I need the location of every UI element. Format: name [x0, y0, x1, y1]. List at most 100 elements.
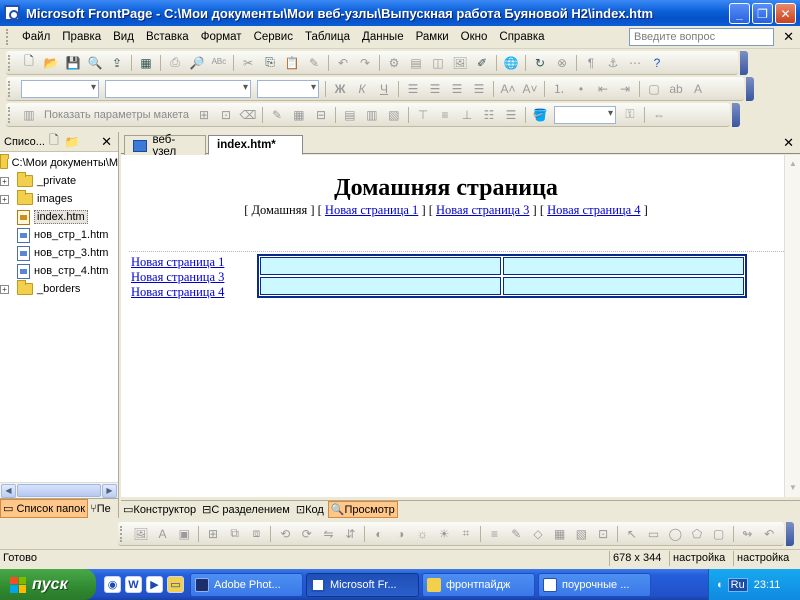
decrease-indent-icon[interactable]: ⇤ — [593, 79, 613, 99]
set-transparent-icon[interactable]: ◇ — [528, 524, 548, 544]
spelling-icon[interactable]: ᴬᴮᶜ — [209, 53, 229, 73]
format-picture-icon[interactable]: ✎ — [506, 524, 526, 544]
publish-icon[interactable]: ⇪ — [107, 53, 127, 73]
table-edit-icon[interactable]: ✎ — [267, 105, 287, 125]
table-autoformat-select[interactable] — [553, 105, 616, 124]
side-link-page-4[interactable]: Новая страница 4 — [131, 285, 224, 299]
show-all-icon[interactable]: ¶ — [581, 53, 601, 73]
draw-table-icon[interactable]: ⊞ — [194, 105, 214, 125]
save-icon[interactable]: 💾 — [63, 53, 83, 73]
send-backward-icon[interactable]: ⧈ — [247, 524, 267, 544]
undo-icon[interactable]: ↶ — [333, 53, 353, 73]
link-page-1[interactable]: Новая страница 1 — [325, 203, 418, 217]
tab-website[interactable]: веб-узел — [124, 134, 206, 158]
preview-icon[interactable]: 🔎 — [187, 53, 207, 73]
drawing-icon[interactable]: ✐ — [472, 53, 492, 73]
word-icon[interactable]: W — [125, 576, 142, 593]
split-icon[interactable]: ⊟ — [311, 105, 331, 125]
less-contrast-icon[interactable]: ◑ — [391, 524, 411, 544]
autothumb-icon[interactable]: ▣ — [174, 524, 194, 544]
anchor-icon[interactable]: ⚓ — [603, 53, 623, 73]
stop-icon[interactable]: ⊗ — [552, 53, 572, 73]
tray-app-icon[interactable]: ◐ — [717, 579, 724, 591]
media-player-icon[interactable]: ▶ — [146, 576, 163, 593]
resample-icon[interactable]: ⊡ — [593, 524, 613, 544]
distribute-rows-icon[interactable]: ☷ — [479, 105, 499, 125]
flip-v-icon[interactable]: ⇵ — [340, 524, 360, 544]
tree-item-private[interactable]: + _private — [0, 172, 118, 190]
italic-icon[interactable]: К — [352, 79, 372, 99]
align-right-icon[interactable]: ☰ — [447, 79, 467, 99]
erase-icon[interactable]: ⌫ — [238, 105, 258, 125]
bevel-icon[interactable]: ▧ — [572, 524, 592, 544]
line-style-icon[interactable]: ≡ — [485, 524, 505, 544]
bold-icon[interactable]: Ж — [330, 79, 350, 99]
layout-params-icon[interactable]: ▥ — [19, 105, 39, 125]
menu-data[interactable]: Данные — [356, 29, 410, 45]
task-frontpage[interactable]: Microsoft Fr... — [306, 572, 419, 597]
task-photoshop[interactable]: Adobe Phot... — [190, 572, 303, 597]
task-folder[interactable]: фронтпайдж — [422, 572, 535, 597]
expand-icon[interactable]: + — [0, 284, 9, 294]
toolbar-grip-icon[interactable] — [8, 106, 12, 123]
tab-folder-list[interactable]: ▭ Список папок — [0, 499, 89, 518]
justify-icon[interactable]: ☰ — [469, 79, 489, 99]
font-size-select[interactable] — [257, 79, 319, 98]
copy-icon[interactable]: ⎘ — [260, 53, 280, 73]
borders-icon[interactable]: ▢ — [644, 79, 664, 99]
align-top-icon[interactable]: ⊤ — [413, 105, 433, 125]
show-layout-params-label[interactable]: Показать параметры макета — [40, 109, 193, 121]
scroll-left-icon[interactable]: ◀ — [1, 483, 16, 498]
toolbar-grip-icon[interactable] — [8, 80, 12, 97]
draw-cell-icon[interactable]: ⊡ — [216, 105, 236, 125]
tree-item-images[interactable]: + images — [0, 190, 118, 208]
crop-icon[interactable]: ⌗ — [456, 524, 476, 544]
align-center-icon[interactable]: ☰ — [425, 79, 445, 99]
more-brightness-icon[interactable]: ☼ — [413, 524, 433, 544]
document-close-icon[interactable]: ✕ — [783, 29, 794, 45]
toolbar-grip-icon[interactable] — [8, 54, 12, 71]
style-select[interactable] — [21, 79, 99, 98]
table-cell[interactable] — [503, 277, 744, 295]
scroll-down-icon[interactable]: ▼ — [786, 481, 800, 495]
chrome-icon[interactable]: ◉ — [104, 576, 121, 593]
cut-icon[interactable]: ✂ — [238, 53, 258, 73]
menu-window[interactable]: Окно — [455, 29, 494, 45]
text-icon[interactable]: A — [153, 524, 173, 544]
font-select[interactable] — [105, 79, 251, 98]
toggle-pane-icon[interactable]: ▦ — [136, 53, 156, 73]
new-folder-icon[interactable]: 📁 — [64, 132, 80, 152]
page-size-indicator[interactable]: 678 x 344 — [609, 551, 669, 566]
tree-item-index[interactable]: index.htm — [0, 208, 118, 226]
vertical-scrollbar[interactable]: ▲ ▼ — [784, 155, 800, 497]
toolbar-options-icon[interactable] — [746, 77, 754, 101]
page-editor-canvas[interactable]: Домашняя страница [ Домашняя ] [ Новая с… — [121, 155, 784, 497]
close-document-icon[interactable]: ✕ — [783, 135, 794, 151]
polygon-icon[interactable]: ⬠ — [687, 524, 707, 544]
hotspot-icon[interactable]: ▢ — [709, 524, 729, 544]
color-icon[interactable]: ▦ — [550, 524, 570, 544]
side-link-page-1[interactable]: Новая страница 1 — [131, 255, 224, 269]
underline-icon[interactable]: Ч — [374, 79, 394, 99]
insert-row-icon[interactable]: ▤ — [340, 105, 360, 125]
table-cell[interactable] — [260, 277, 501, 295]
autoformat-icon[interactable]: ⚿ — [620, 105, 640, 125]
bring-forward-icon[interactable]: ⧉ — [225, 524, 245, 544]
tab-code[interactable]: ⊡Код — [294, 502, 326, 517]
redo-icon[interactable]: ↷ — [355, 53, 375, 73]
print-icon[interactable]: ⎙ — [165, 53, 185, 73]
menu-view[interactable]: Вид — [107, 29, 140, 45]
horizontal-scrollbar[interactable]: ◀ ▶ — [0, 482, 118, 498]
more-icon[interactable]: ⋯ — [625, 53, 645, 73]
new-page-icon[interactable]: 🗋 — [19, 53, 39, 73]
autofit-icon[interactable]: ⇔ — [649, 105, 669, 125]
frontpage-app-icon[interactable] — [4, 5, 20, 21]
increase-indent-icon[interactable]: ⇥ — [615, 79, 635, 99]
tree-item-page1[interactable]: нов_стр_1.htm — [0, 226, 118, 244]
highlight-hotspots-icon[interactable]: ↬ — [738, 524, 758, 544]
toolbar-grip-icon[interactable] — [120, 525, 124, 542]
close-button[interactable]: ✕ — [775, 3, 796, 24]
explorer-icon[interactable]: ▭ — [167, 576, 184, 593]
align-bottom-icon[interactable]: ⊥ — [457, 105, 477, 125]
open-icon[interactable]: 📂 — [41, 53, 61, 73]
